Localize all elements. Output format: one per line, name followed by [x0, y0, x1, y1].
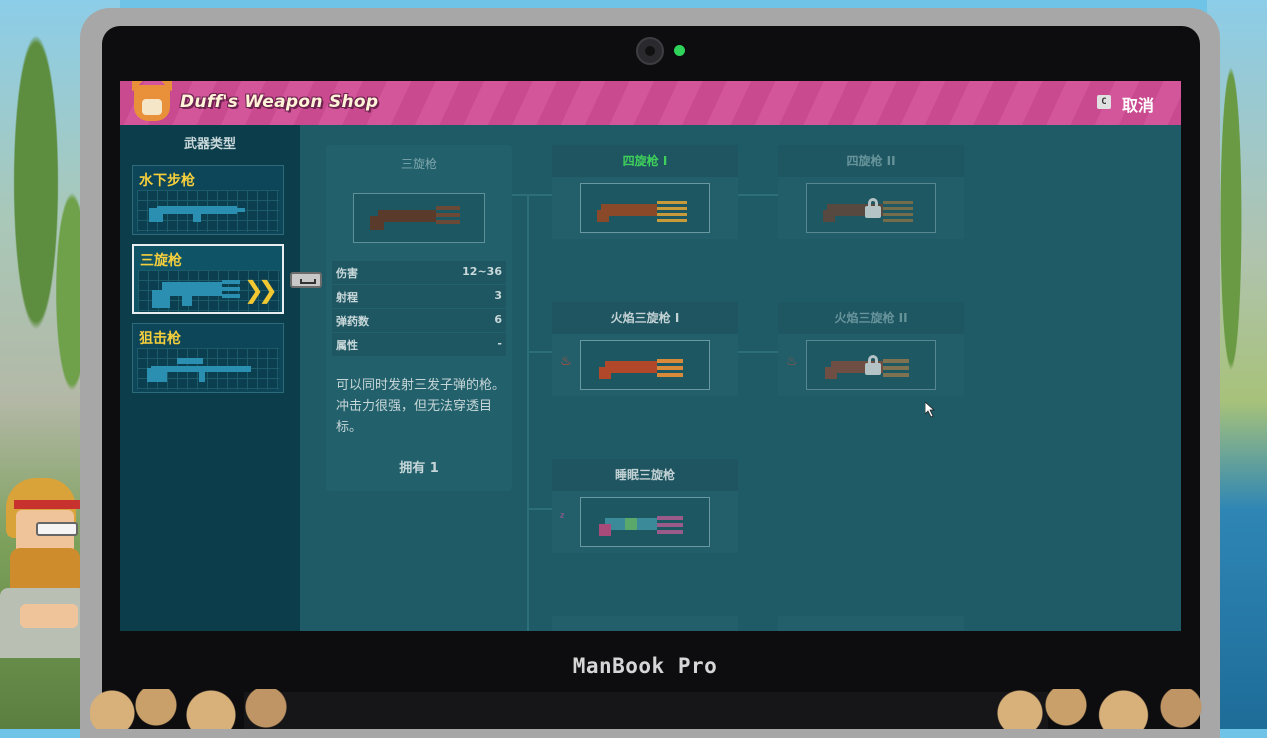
stat-label: 属性 [336, 339, 358, 352]
shop-title: Duff's Weapon Shop [180, 92, 379, 112]
foreground-rocks-right [997, 689, 1227, 729]
stat-value: - [497, 337, 502, 350]
category-label: 三旋枪 [140, 253, 182, 269]
upgrade-name: 火焰三旋枪 II [778, 302, 964, 334]
duff-npc-character [0, 478, 86, 658]
upgrade-node-quad-gun-1[interactable]: 四旋枪 I [552, 145, 738, 239]
category-underwater-rifle[interactable]: 水下步枪 [132, 165, 284, 235]
stat-value: 6 [494, 313, 502, 326]
stat-row-damage: 伤害 12~36 [332, 261, 506, 284]
stat-label: 伤害 [336, 267, 358, 280]
upgrade-node-quad-gun-2[interactable]: 四旋枪 II [778, 145, 964, 239]
foreground-rocks-left [90, 689, 310, 729]
cancel-key-icon[interactable]: C [1097, 95, 1111, 109]
laptop-brand-label: ManBook Pro [572, 654, 718, 678]
upgrade-node-fire-triple-gun-1[interactable]: 火焰三旋枪 I ♨ [552, 302, 738, 396]
sniper-rifle-thumbnail [137, 348, 279, 390]
stat-row-attribute: 属性 - [332, 333, 506, 356]
stat-label: 弹药数 [336, 315, 369, 328]
weapon-stats-table: 伤害 12~36 射程 3 弹药数 6 属性 - [332, 261, 506, 357]
stat-row-range: 射程 3 [332, 285, 506, 308]
fire-icon: ♨ [560, 354, 572, 369]
upgrade-node-fire-triple-gun-2[interactable]: 火焰三旋枪 II ♨ [778, 302, 964, 396]
space-key-icon [290, 272, 322, 288]
weapon-type-sidebar: 武器类型 水下步枪 三旋枪 ❯❯ 狙击枪 [120, 125, 300, 631]
weapon-detail-panel: 三旋枪 伤害 12~36 射程 3 弹药数 6 属性 - 可以同时发射三发子弹的… [326, 145, 512, 491]
detail-weapon-preview [353, 193, 485, 243]
upgrade-name: 四旋枪 II [778, 145, 964, 177]
underwater-rifle-thumbnail [137, 190, 279, 232]
upgrade-node-offscreen-1[interactable] [552, 616, 738, 631]
upgrade-name: 火焰三旋枪 I [552, 302, 738, 334]
upgrade-preview [580, 340, 710, 390]
owned-count: 拥有 1 [399, 461, 439, 476]
weapon-description: 可以同时发射三发子弹的枪。冲击力很强，但无法穿透目标。 [336, 378, 506, 435]
fire-icon: ♨ [786, 354, 798, 369]
quad-gun-icon [597, 201, 687, 222]
lock-icon [865, 198, 881, 218]
detail-weapon-name: 三旋枪 [400, 157, 437, 171]
upgrade-preview [580, 183, 710, 233]
upgrade-node-offscreen-2[interactable] [778, 616, 964, 631]
sniper-rifle-silhouette-icon [147, 358, 251, 382]
category-sniper-rifle[interactable]: 狙击枪 [132, 323, 284, 393]
lock-icon [865, 355, 881, 375]
stat-value: 3 [494, 289, 502, 302]
underwater-rifle-silhouette-icon [149, 206, 245, 222]
fire-triple-gun-icon [599, 359, 683, 379]
stat-row-ammo: 弹药数 6 [332, 309, 506, 332]
cancel-button[interactable]: 取消 [1122, 92, 1154, 116]
category-label: 狙击枪 [139, 331, 181, 347]
sleep-icon: ᶻ [560, 511, 565, 526]
webcam-icon [636, 37, 664, 65]
sidebar-title: 武器类型 [183, 137, 236, 152]
upgrade-name: 睡眠三旋枪 [552, 459, 738, 491]
laptop-hinge [244, 692, 1048, 729]
triple-gun-icon [370, 206, 460, 230]
upgrade-preview [806, 183, 936, 233]
upgrade-name: 四旋枪 I [552, 145, 738, 177]
category-label: 水下步枪 [139, 173, 195, 189]
mouse-cursor-icon [925, 402, 936, 418]
selected-chevron-icon: ❯❯ [243, 276, 278, 304]
weapon-shop-screen: Duff's Weapon Shop C 取消 武器类型 水下步枪 三旋枪 ❯❯… [120, 81, 1181, 631]
stat-label: 射程 [336, 291, 358, 304]
stat-value: 12~36 [462, 265, 502, 278]
upgrade-preview [806, 340, 936, 390]
upgrade-preview [580, 497, 710, 547]
webcam-led-indicator [674, 45, 685, 56]
duff-cat-logo-icon [132, 81, 172, 121]
sleep-triple-gun-icon [599, 516, 683, 536]
upgrade-node-sleep-triple-gun[interactable]: 睡眠三旋枪 ᶻ [552, 459, 738, 553]
shop-header: Duff's Weapon Shop C 取消 [120, 81, 1181, 125]
category-triple-gun[interactable]: 三旋枪 ❯❯ [132, 244, 284, 314]
